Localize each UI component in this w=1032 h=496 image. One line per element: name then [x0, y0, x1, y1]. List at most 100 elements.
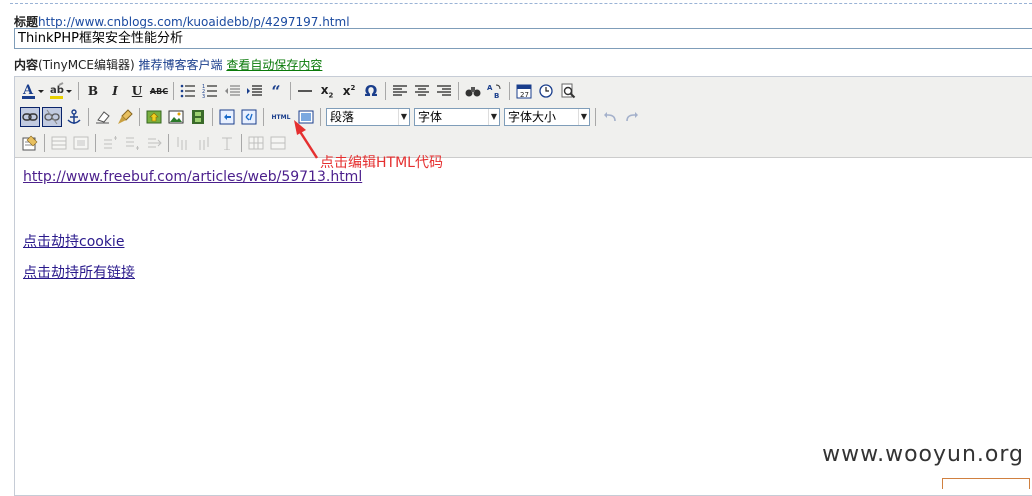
- svg-text:B: B: [494, 92, 499, 99]
- indent-button[interactable]: [244, 81, 264, 101]
- preview-button[interactable]: [558, 81, 578, 101]
- svg-text:27: 27: [520, 91, 529, 99]
- delete-row-button[interactable]: [144, 133, 164, 153]
- format-select[interactable]: 段落 ▼: [326, 108, 410, 126]
- svg-text:3: 3: [202, 94, 205, 98]
- numbered-list-button[interactable]: 123: [200, 81, 220, 101]
- editor-name: (TinyMCE编辑器): [38, 58, 135, 72]
- col-after-button[interactable]: [195, 133, 215, 153]
- content-link-freebuf[interactable]: http://www.freebuf.com/articles/web/5971…: [23, 169, 362, 185]
- media-button[interactable]: [188, 107, 208, 127]
- split-cells-icon: [248, 136, 264, 150]
- annotation-arrow-icon: [294, 120, 319, 159]
- toolbar-separator: [385, 82, 386, 100]
- anchor-button[interactable]: [64, 107, 84, 127]
- row-before-button[interactable]: [100, 133, 120, 153]
- remove-format-button[interactable]: [115, 107, 135, 127]
- outdent-icon: [225, 85, 240, 96]
- row-after-button[interactable]: [122, 133, 142, 153]
- highlight-color-button[interactable]: ab: [48, 81, 74, 101]
- bullet-list-icon: [180, 84, 195, 98]
- image-button[interactable]: [166, 107, 186, 127]
- superscript-button[interactable]: x2: [339, 81, 359, 101]
- title-label: 标题: [14, 15, 39, 29]
- insert-link-button[interactable]: [20, 107, 40, 127]
- unlink-button[interactable]: [42, 107, 62, 127]
- underline-button[interactable]: U: [127, 81, 147, 101]
- special-char-button[interactable]: Ω: [361, 81, 381, 101]
- view-autosave-link[interactable]: 查看自动保存内容: [226, 58, 322, 72]
- cell-props-button[interactable]: [71, 133, 91, 153]
- find-button[interactable]: [463, 81, 483, 101]
- row-after-icon: [126, 137, 139, 150]
- align-right-button[interactable]: [434, 81, 454, 101]
- align-center-button[interactable]: [412, 81, 432, 101]
- row-before-icon: [104, 136, 117, 149]
- format-select-value: 段落: [330, 110, 355, 124]
- svg-text:A: A: [22, 83, 34, 98]
- insert-image-button[interactable]: [144, 107, 164, 127]
- preview-icon: [561, 83, 576, 99]
- toolbar-separator: [458, 82, 459, 100]
- delete-col-button[interactable]: [217, 133, 237, 153]
- quote-icon: “: [271, 81, 281, 101]
- font-color-button[interactable]: A: [20, 81, 46, 101]
- annotation-text: 点击编辑HTML代码: [320, 155, 443, 171]
- italic-button[interactable]: I: [105, 81, 125, 101]
- cleanup-button[interactable]: [93, 107, 113, 127]
- tinymce-editor: A ab B I U ABC 123 “ x2 x2 Ω A B 27 HTML…: [14, 76, 1032, 496]
- replace-button[interactable]: AB: [485, 81, 505, 101]
- toolbar-separator: [88, 108, 89, 126]
- delete-row-icon: [148, 138, 162, 148]
- redo-button[interactable]: [622, 107, 642, 127]
- bold-button[interactable]: B: [83, 81, 103, 101]
- undo-icon: [604, 112, 616, 122]
- title-input[interactable]: ThinkPHP框架安全性能分析: [14, 28, 1032, 49]
- horizontal-rule-button[interactable]: [295, 81, 315, 101]
- replace-icon: AB: [487, 84, 501, 99]
- table-props-button[interactable]: [49, 133, 69, 153]
- watermark: www.wooyun.org: [822, 442, 1024, 467]
- recommend-client-link[interactable]: 推荐博客客户端: [139, 58, 223, 72]
- editor-toolbar: A ab B I U ABC 123 “ x2 x2 Ω A B 27 HTML…: [15, 77, 1032, 158]
- undo-button[interactable]: [600, 107, 620, 127]
- font-family-select[interactable]: 字体 ▼: [414, 108, 500, 126]
- merge-cells-button[interactable]: [268, 133, 288, 153]
- content-link-cookie[interactable]: 点击劫持cookie: [23, 231, 124, 251]
- code-insert-icon: [219, 109, 235, 125]
- title-url-link[interactable]: http://www.cnblogs.com/kuoaidebb/p/42971…: [38, 15, 350, 29]
- split-cells-button[interactable]: [246, 133, 266, 153]
- blockquote-button[interactable]: “: [266, 81, 286, 101]
- brush-icon: [118, 109, 133, 124]
- col-after-icon: [199, 137, 209, 150]
- strikethrough-button[interactable]: ABC: [149, 81, 169, 101]
- cell-props-icon: [73, 136, 89, 150]
- content-link-all[interactable]: 点击劫持所有链接: [23, 262, 135, 282]
- insert-date-button[interactable]: 27: [514, 81, 534, 101]
- link-icon: [22, 113, 38, 121]
- chevron-down-icon: ▼: [488, 109, 499, 125]
- visual-aid-button[interactable]: [20, 133, 40, 153]
- outdent-button[interactable]: [222, 81, 242, 101]
- subscript-button[interactable]: x2: [317, 81, 337, 101]
- align-left-button[interactable]: [390, 81, 410, 101]
- edit-table-icon: [22, 135, 38, 151]
- align-right-icon: [437, 85, 451, 96]
- toolbar-separator: [263, 108, 264, 126]
- font-family-select-value: 字体: [418, 110, 443, 124]
- clock-icon: [539, 84, 553, 98]
- top-dashed-divider: [10, 3, 1032, 4]
- font-size-select[interactable]: 字体大小 ▼: [504, 108, 590, 126]
- insert-time-button[interactable]: [536, 81, 556, 101]
- align-left-icon: [393, 85, 407, 96]
- insert-code-button[interactable]: [217, 107, 237, 127]
- anchor-icon: [67, 109, 81, 124]
- col-before-button[interactable]: [173, 133, 193, 153]
- insert-snippet-button[interactable]: [239, 107, 259, 127]
- snippet-icon: [241, 109, 257, 125]
- content-label: 内容: [14, 58, 39, 72]
- toolbar-separator: [95, 134, 96, 152]
- picture-icon: [168, 110, 184, 124]
- bullet-list-button[interactable]: [178, 81, 198, 101]
- eraser-icon: [96, 111, 110, 124]
